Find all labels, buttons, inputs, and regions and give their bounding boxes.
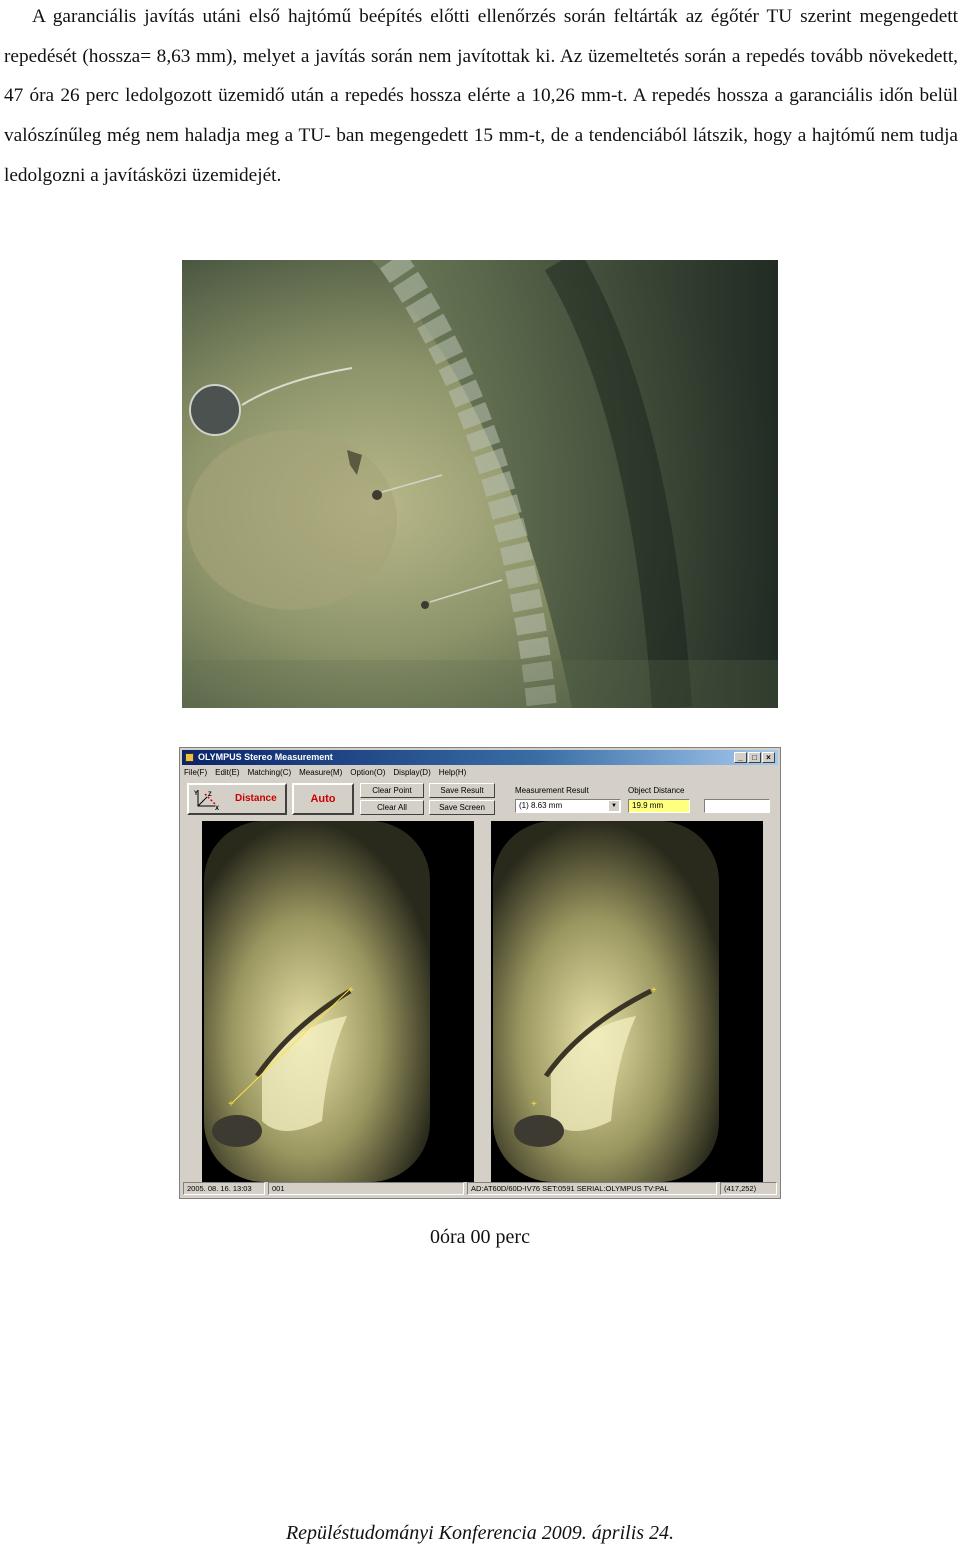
maximize-button[interactable]: □ — [748, 752, 761, 763]
svg-text:+: + — [348, 985, 354, 996]
axes-icon: Y Z X — [194, 790, 219, 810]
object-distance-label: Object Distance — [628, 786, 685, 795]
distance-label: Distance — [235, 793, 277, 804]
distance-button[interactable]: Y Z X Distance — [187, 783, 287, 815]
svg-text:+: + — [228, 1099, 234, 1110]
window-titlebar: OLYMPUS Stereo Measurement _ □ × — [182, 750, 778, 765]
menu-display[interactable]: Display(D) — [393, 766, 430, 780]
menu-file[interactable]: File(F) — [184, 766, 207, 780]
menu-help[interactable]: Help(H) — [439, 766, 467, 780]
menu-edit[interactable]: Edit(E) — [215, 766, 239, 780]
figure-caption: 0óra 00 perc — [430, 1226, 530, 1248]
body-paragraph: A garanciális javítás utáni első hajtómű… — [4, 0, 958, 196]
page-footer: Repüléstudományi Konferencia 2009. ápril… — [285, 1522, 675, 1544]
paragraph-first-line: A garanciális javítás utáni első hajtómű… — [32, 6, 852, 27]
svg-text:Y: Y — [194, 791, 198, 797]
measurement-result-label: Measurement Result — [515, 786, 589, 795]
stereo-measurement-window: OLYMPUS Stereo Measurement _ □ × File(F)… — [179, 747, 781, 1199]
close-button[interactable]: × — [762, 752, 775, 763]
menu-measure[interactable]: Measure(M) — [299, 766, 342, 780]
measurement-result-select[interactable]: (1) 8.63 mm ▼ — [515, 799, 621, 813]
svg-text:Z: Z — [208, 792, 212, 798]
olympus-logo-icon — [185, 753, 194, 762]
paragraph-rest: megengedett repedését (hossza= 8,63 mm),… — [4, 6, 958, 186]
auto-button[interactable]: Auto — [292, 783, 354, 815]
svg-text:X: X — [215, 806, 219, 810]
window-title: OLYMPUS Stereo Measurement — [198, 752, 333, 762]
save-screen-button[interactable]: Save Screen — [429, 800, 495, 815]
combustion-chamber-photo — [182, 260, 778, 708]
right-stereo-view[interactable]: + + — [491, 821, 763, 1182]
menubar: File(F) Edit(E) Matching(C) Measure(M) O… — [184, 766, 466, 780]
svg-text:+: + — [531, 1099, 537, 1110]
status-code: 001 — [268, 1182, 464, 1195]
measurement-result-value: (1) 8.63 mm — [519, 801, 563, 810]
statusbar: 2005. 08. 16. 13:03 001 AD:AT60D/60D-IV7… — [183, 1182, 777, 1195]
menu-option[interactable]: Option(O) — [350, 766, 385, 780]
left-stereo-view[interactable]: + + — [202, 821, 474, 1182]
toolbar: Y Z X Distance Auto Clear Point Clear Al… — [184, 782, 776, 820]
save-result-button[interactable]: Save Result — [429, 783, 495, 798]
minimize-button[interactable]: _ — [734, 752, 747, 763]
status-datetime: 2005. 08. 16. 13:03 — [183, 1182, 265, 1195]
clear-all-button[interactable]: Clear All — [360, 800, 424, 815]
object-distance-field: 19.9 mm — [628, 799, 690, 813]
svg-text:+: + — [651, 985, 657, 996]
status-device-info: AD:AT60D/60D-IV76 SET:0591 SERIAL:OLYMPU… — [467, 1182, 717, 1195]
extra-input-field[interactable] — [704, 799, 770, 813]
chevron-down-icon[interactable]: ▼ — [609, 801, 619, 811]
menu-matching[interactable]: Matching(C) — [248, 766, 292, 780]
auto-label: Auto — [310, 793, 336, 805]
clear-point-button[interactable]: Clear Point — [360, 783, 424, 798]
status-coords: (417,252) — [720, 1182, 777, 1195]
